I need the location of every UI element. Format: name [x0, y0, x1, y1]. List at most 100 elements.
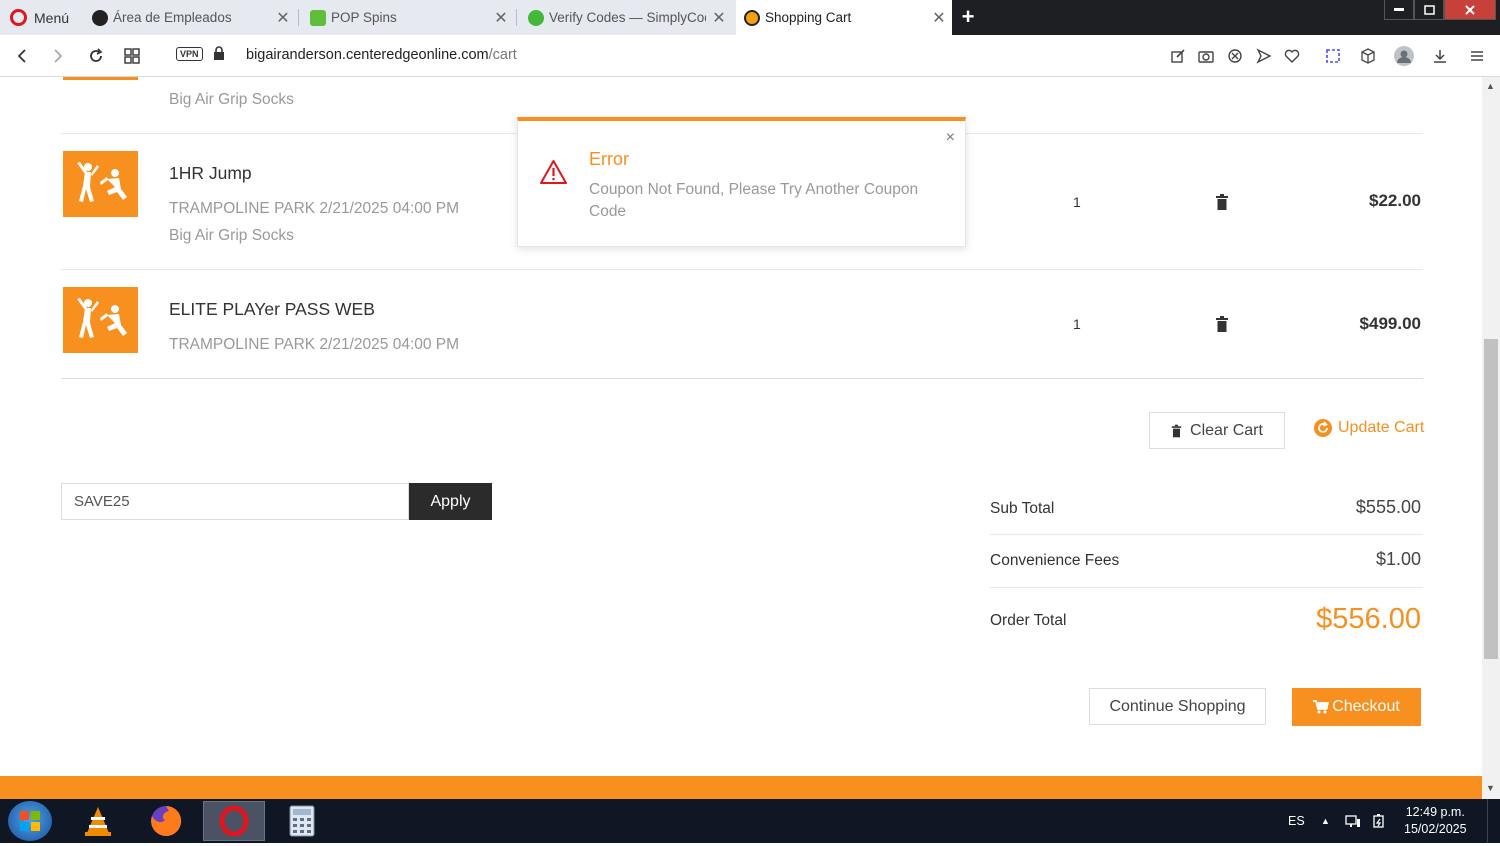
taskbar: ES ▲ 12:49 p.m. 15/02/2025 [0, 799, 1500, 843]
lock-icon[interactable] [213, 46, 225, 66]
system-clock[interactable]: 12:49 p.m. 15/02/2025 [1404, 804, 1467, 838]
item-name[interactable]: 1HR Jump [169, 163, 252, 184]
clear-cart-label: Clear Cart [1190, 421, 1263, 439]
scroll-down-icon[interactable]: ▼ [1486, 783, 1495, 793]
tab-close-icon[interactable]: ✕ [488, 8, 514, 28]
tab-pop-spins[interactable]: POP Spins ✕ [302, 0, 514, 35]
tab-title: Shopping Cart [765, 10, 852, 25]
footer-band [0, 776, 1482, 799]
firefox-icon[interactable] [135, 801, 197, 841]
bigair-favicon-icon [744, 9, 760, 26]
edit-icon[interactable] [1167, 45, 1189, 67]
camera-icon[interactable] [1195, 45, 1217, 67]
clock-time: 12:49 p.m. [1405, 805, 1465, 819]
item-quantity[interactable]: 1 [1073, 316, 1081, 332]
subtotal-label: Sub Total [990, 500, 1055, 517]
profile-avatar-icon[interactable] [1393, 45, 1415, 67]
item-meta: TRAMPOLINE PARK 2/21/2025 04:00 PM [169, 336, 460, 353]
item-quantity[interactable]: 1 [1073, 194, 1081, 210]
new-tab-button[interactable]: + [955, 3, 981, 31]
continue-shopping-button[interactable]: Continue Shopping [1089, 688, 1266, 725]
fees-label: Convenience Fees [990, 552, 1120, 569]
item-thumbnail[interactable] [63, 287, 138, 353]
easy-setup-icon[interactable] [1466, 45, 1488, 67]
snapshot-icon[interactable] [1322, 45, 1344, 67]
calculator-icon[interactable] [271, 801, 333, 841]
refresh-icon [1314, 419, 1332, 437]
opera-menu-button[interactable]: Menú [0, 0, 82, 35]
minimize-window-icon[interactable] [1384, 0, 1414, 20]
item-thumbnail[interactable] [63, 151, 138, 217]
send-icon[interactable] [1253, 45, 1275, 67]
tab-area-empleados[interactable]: Área de Empleados ✕ [84, 0, 296, 35]
coupon-input[interactable] [61, 483, 409, 520]
block-ads-icon[interactable] [1224, 45, 1246, 67]
checkout-button[interactable]: Checkout [1292, 688, 1421, 726]
vlc-icon[interactable] [67, 801, 129, 841]
item-name[interactable]: ELITE PLAYer PASS WEB [169, 299, 375, 320]
box-icon[interactable] [1357, 45, 1379, 67]
update-cart-label: Update Cart [1338, 419, 1425, 436]
back-icon[interactable] [10, 44, 34, 68]
summary-divider [990, 587, 1423, 588]
error-toast: × Error Coupon Not Found, Please Try Ano… [517, 117, 966, 247]
tab-title: Verify Codes — SimplyCodes [549, 10, 706, 25]
heart-icon[interactable] [1281, 45, 1303, 67]
url-field[interactable]: bigairanderson.centeredgeonline.com/cart [246, 47, 517, 63]
row-divider [61, 378, 1423, 379]
maximize-window-icon[interactable] [1414, 0, 1444, 20]
reload-icon[interactable] [84, 44, 108, 68]
tab-verify-codes[interactable]: Verify Codes — SimplyCodes ✕ [520, 0, 732, 35]
url-path: /cart [488, 47, 517, 63]
jumping-kids-icon [76, 298, 127, 338]
tab-title: POP Spins [331, 10, 397, 25]
tab-close-icon[interactable]: ✕ [926, 8, 952, 28]
trash-icon[interactable] [1215, 194, 1229, 210]
tab-separator [516, 9, 517, 26]
item-addon: Big Air Grip Socks [169, 91, 294, 108]
update-cart-button[interactable]: Update Cart [1314, 419, 1424, 437]
download-icon[interactable] [1429, 45, 1451, 67]
item-meta: TRAMPOLINE PARK 2/21/2025 04:00 PM [169, 200, 460, 217]
forward-icon[interactable] [46, 44, 70, 68]
scrollbar-thumb[interactable] [1484, 339, 1498, 659]
power-icon[interactable] [1371, 799, 1387, 843]
trash-icon [1171, 424, 1182, 437]
show-desktop-button[interactable] [1487, 799, 1500, 843]
fees-value: $1.00 [1375, 549, 1421, 569]
item-price: $499.00 [1359, 314, 1421, 333]
opera-taskbar-icon[interactable] [203, 801, 265, 841]
tab-strip: Menú Área de Empleados ✕ POP Spins ✕ Ver… [0, 0, 1500, 35]
jumping-kids-icon [76, 162, 127, 202]
apply-coupon-button[interactable]: Apply [409, 483, 492, 520]
clear-cart-button[interactable]: Clear Cart [1149, 412, 1285, 449]
opera-logo-icon [10, 9, 27, 26]
close-icon[interactable]: × [946, 129, 955, 147]
trash-icon[interactable] [1215, 316, 1229, 332]
scroll-up-icon[interactable]: ▲ [1486, 81, 1495, 91]
warning-icon [540, 160, 567, 184]
windows-start-icon[interactable] [8, 801, 52, 841]
checkout-label: Checkout [1332, 698, 1400, 715]
vpn-badge[interactable]: VPN [176, 47, 203, 61]
tab-close-icon[interactable]: ✕ [270, 8, 296, 28]
item-addon: Big Air Grip Socks [169, 227, 294, 244]
close-window-icon[interactable] [1444, 0, 1496, 20]
order-total-value: $556.00 [1316, 603, 1421, 635]
cart-icon [1313, 700, 1330, 714]
url-host: bigairanderson.centeredgeonline.com [246, 47, 489, 63]
order-total-label: Order Total [990, 612, 1067, 629]
item-thumbnail [63, 77, 138, 80]
language-indicator[interactable]: ES [1288, 799, 1305, 843]
tabs-grid-icon[interactable] [120, 44, 144, 68]
menu-label: Menú [34, 9, 70, 26]
tab-title: Área de Empleados [113, 10, 232, 25]
clock-date: 15/02/2025 [1404, 822, 1467, 836]
network-icon[interactable] [1345, 799, 1361, 843]
check-favicon-icon [528, 9, 544, 26]
row-divider [61, 269, 1423, 270]
tab-close-icon[interactable]: ✕ [706, 8, 732, 28]
tray-expand-icon[interactable]: ▲ [1321, 799, 1330, 843]
vertical-scrollbar[interactable]: ▲ ▼ [1482, 77, 1500, 799]
tab-shopping-cart[interactable]: Shopping Cart ✕ [736, 0, 952, 35]
